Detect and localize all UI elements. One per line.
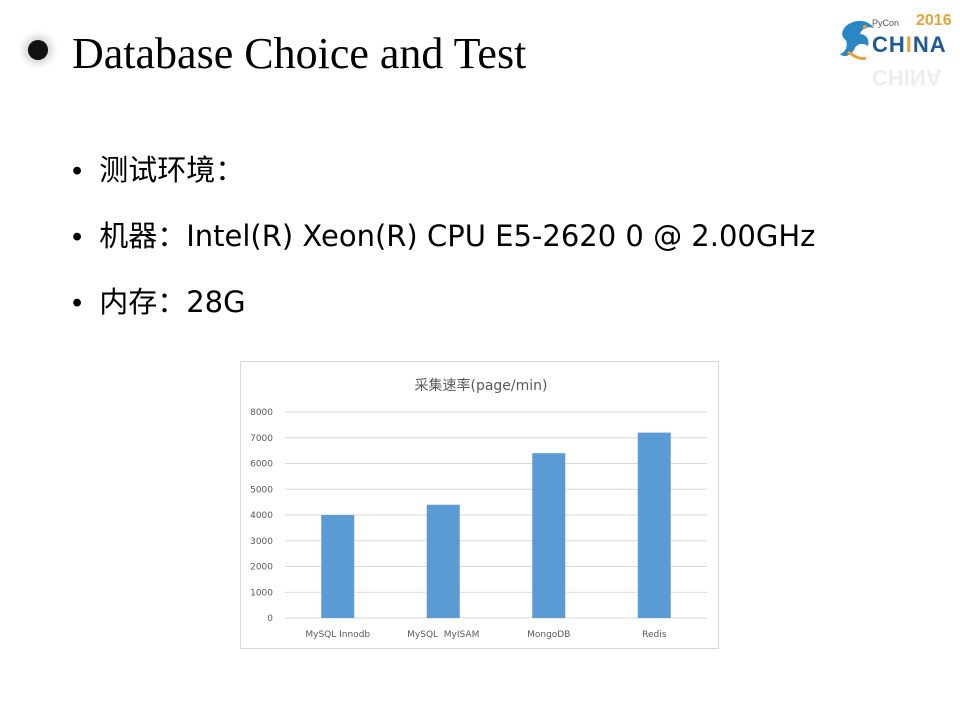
y-tick-label: 2000 [250, 563, 273, 573]
bullet-label: 内存： [99, 285, 187, 319]
bar [637, 432, 671, 618]
y-tick-label: 4000 [250, 511, 273, 521]
chart-title: 采集速率(page/min) [414, 377, 547, 394]
x-category-label: MySQL Innodb [305, 630, 370, 640]
bar-chart: 采集速率(page/min) 0 1000 2000 3000 4000 5000 6000… [240, 361, 719, 649]
x-category-label: MongoDB [527, 630, 570, 640]
logo-reflection: CHINA [872, 65, 942, 90]
bullet-environment: • 测试环境： [72, 148, 815, 214]
bar [532, 453, 566, 618]
bullet-value: 28G [186, 285, 246, 319]
y-tick-label: 6000 [250, 460, 273, 470]
bullet-machine: • 机器：Intel(R) Xeon(R) CPU E5-2620 0 @ 2.… [72, 214, 815, 280]
bar [321, 515, 355, 618]
chart-svg: 采集速率(page/min) 0 1000 2000 3000 4000 5000 6000… [250, 377, 707, 640]
logo-year-text: 2016 [916, 12, 952, 29]
logo-china-text: CHINA [872, 32, 947, 57]
bullet-memory: • 内存：28G [72, 280, 815, 346]
bullet-dot-icon: • [72, 287, 83, 319]
bullet-value: Intel(R) Xeon(R) CPU E5-2620 0 @ 2.00GHz [186, 219, 816, 253]
y-tick-label: 5000 [250, 485, 273, 495]
bullet-dot-icon: • [72, 221, 83, 253]
pycon-china-logo: PyCon 2016 CHINA CHINA [838, 10, 952, 90]
title-bullet-icon [28, 40, 48, 60]
logo-pycon-text: PyCon [872, 18, 900, 28]
slide-title: Database Choice and Test [72, 29, 527, 78]
bar [426, 504, 460, 618]
bullet-list: • 测试环境： • 机器：Intel(R) Xeon(R) CPU E5-262… [72, 148, 815, 346]
bullet-label: 测试环境： [99, 153, 245, 187]
bullet-dot-icon: • [72, 155, 83, 187]
x-category-label: Redis [642, 630, 667, 640]
x-category-label: MySQL MyISAM [407, 630, 479, 640]
y-tick-label: 8000 [250, 408, 273, 418]
y-tick-label: 1000 [250, 588, 273, 598]
y-tick-label: 0 [267, 614, 273, 624]
bullet-label: 机器： [99, 219, 187, 253]
y-tick-label: 7000 [250, 434, 273, 444]
y-tick-label: 3000 [250, 537, 273, 547]
